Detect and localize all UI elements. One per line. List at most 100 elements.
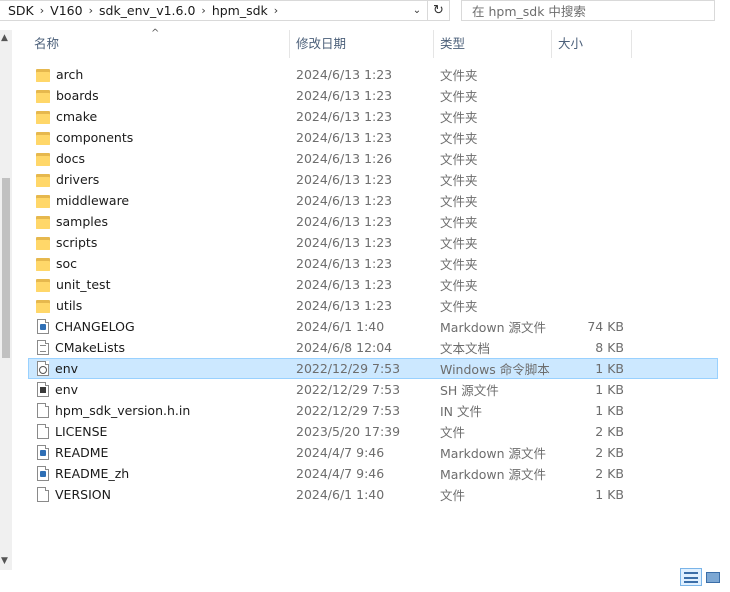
file-name-cell[interactable]: samples xyxy=(28,214,290,229)
file-type: 文件夹 xyxy=(440,236,478,251)
file-row[interactable]: CHANGELOG 2024/6/1 1:40 Markdown 源文件 74 KB xyxy=(28,316,718,337)
file-row[interactable]: cmake 2024/6/13 1:23 文件夹 xyxy=(28,106,718,127)
file-row[interactable]: LICENSE 2023/5/20 17:39 文件 2 KB xyxy=(28,421,718,442)
chevron-right-icon[interactable]: › xyxy=(87,4,95,17)
file-name: middleware xyxy=(56,193,130,208)
file-name-cell[interactable]: components xyxy=(28,130,290,145)
address-dropdown-icon[interactable]: ⌄ xyxy=(408,1,426,20)
file-name: docs xyxy=(56,151,85,166)
column-header-size[interactable]: 大小 xyxy=(552,30,632,58)
breadcrumb-item-sdk-env[interactable]: sdk_env_v1.6.0 xyxy=(95,3,199,18)
file-row[interactable]: arch 2024/6/13 1:23 文件夹 xyxy=(28,64,718,85)
file-row[interactable]: env 2022/12/29 7:53 Windows 命令脚本 1 KB xyxy=(28,358,718,379)
file-name-cell[interactable]: boards xyxy=(28,88,290,103)
scroll-up-icon[interactable]: ▲ xyxy=(1,33,8,43)
file-row[interactable]: env 2022/12/29 7:53 SH 源文件 1 KB xyxy=(28,379,718,400)
markdown-file-icon xyxy=(37,466,49,481)
file-name-cell[interactable]: docs xyxy=(28,151,290,166)
file-name: README xyxy=(55,445,109,460)
file-name-cell[interactable]: arch xyxy=(28,67,290,82)
vertical-scrollbar[interactable]: ▲ ▼ xyxy=(0,30,12,570)
details-view-button[interactable] xyxy=(680,568,702,586)
file-date: 2024/6/13 1:23 xyxy=(296,88,393,103)
file-date: 2022/12/29 7:53 xyxy=(296,382,401,397)
file-type: 文件夹 xyxy=(440,194,478,209)
file-name-cell[interactable]: middleware xyxy=(28,193,290,208)
file-name: README_zh xyxy=(55,466,130,481)
refresh-button[interactable]: ↻ xyxy=(428,0,450,21)
file-name: hpm_sdk_version.h.in xyxy=(55,403,191,418)
file-row[interactable]: unit_test 2024/6/13 1:23 文件夹 xyxy=(28,274,718,295)
file-name-cell[interactable]: scripts xyxy=(28,235,290,250)
file-name: unit_test xyxy=(56,277,111,292)
file-row[interactable]: soc 2024/6/13 1:23 文件夹 xyxy=(28,253,718,274)
file-row[interactable]: README 2024/4/7 9:46 Markdown 源文件 2 KB xyxy=(28,442,718,463)
file-name-cell[interactable]: hpm_sdk_version.h.in xyxy=(28,403,290,418)
file-type: 文件夹 xyxy=(440,215,478,230)
file-name-cell[interactable]: unit_test xyxy=(28,277,290,292)
file-name-cell[interactable]: cmake xyxy=(28,109,290,124)
file-row[interactable]: components 2024/6/13 1:23 文件夹 xyxy=(28,127,718,148)
chevron-right-icon[interactable]: › xyxy=(272,4,280,17)
chevron-right-icon[interactable]: › xyxy=(199,4,207,17)
file-name-cell[interactable]: env xyxy=(28,361,290,376)
file-name-cell[interactable]: drivers xyxy=(28,172,290,187)
search-input[interactable]: 在 hpm_sdk 中搜索 xyxy=(461,0,715,21)
file-size: 2 KB xyxy=(595,445,624,460)
folder-icon xyxy=(36,68,50,82)
file-name: arch xyxy=(56,67,84,82)
file-name-cell[interactable]: soc xyxy=(28,256,290,271)
file-row[interactable]: VERSION 2024/6/1 1:40 文件 1 KB xyxy=(28,484,718,505)
scroll-down-icon[interactable]: ▼ xyxy=(1,556,8,566)
folder-icon xyxy=(36,236,50,250)
file-date: 2024/6/13 1:23 xyxy=(296,109,393,124)
file-row[interactable]: middleware 2024/6/13 1:23 文件夹 xyxy=(28,190,718,211)
file-row[interactable]: README_zh 2024/4/7 9:46 Markdown 源文件 2 KB xyxy=(28,463,718,484)
file-name: env xyxy=(55,361,79,376)
file-name-cell[interactable]: CMakeLists xyxy=(28,340,290,355)
file-row[interactable]: utils 2024/6/13 1:23 文件夹 xyxy=(28,295,718,316)
file-date: 2024/6/8 12:04 xyxy=(296,340,393,355)
file-type: 文件 xyxy=(440,488,466,503)
file-type: SH 源文件 xyxy=(440,383,499,398)
breadcrumb-item-v160[interactable]: V160 xyxy=(46,3,86,18)
column-header-name[interactable]: 名称 ^ xyxy=(28,28,290,58)
breadcrumb[interactable]: SDK › V160 › sdk_env_v1.6.0 › hpm_sdk › xyxy=(0,0,428,21)
file-row[interactable]: CMakeLists 2024/6/8 12:04 文本文档 8 KB xyxy=(28,337,718,358)
shell-file-icon xyxy=(37,382,49,397)
file-date: 2024/6/13 1:23 xyxy=(296,172,393,187)
chevron-right-icon[interactable]: › xyxy=(38,4,46,17)
file-name-cell[interactable]: LICENSE xyxy=(28,424,290,439)
markdown-file-icon xyxy=(37,445,49,460)
file-row[interactable]: samples 2024/6/13 1:23 文件夹 xyxy=(28,211,718,232)
breadcrumb-item-sdk[interactable]: SDK xyxy=(4,3,38,18)
generic-file-icon xyxy=(37,403,49,418)
file-name-cell[interactable]: CHANGELOG xyxy=(28,319,290,334)
column-header-type[interactable]: 类型 xyxy=(434,30,552,58)
file-name-cell[interactable]: env xyxy=(28,382,290,397)
file-name-cell[interactable]: VERSION xyxy=(28,487,290,502)
file-row[interactable]: hpm_sdk_version.h.in 2022/12/29 7:53 IN 文件… xyxy=(28,400,718,421)
file-row[interactable]: scripts 2024/6/13 1:23 文件夹 xyxy=(28,232,718,253)
file-date: 2024/4/7 9:46 xyxy=(296,445,385,460)
file-name-cell[interactable]: README_zh xyxy=(28,466,290,481)
file-name: VERSION xyxy=(55,487,111,502)
sort-ascending-icon: ^ xyxy=(151,28,160,39)
breadcrumb-item-hpm-sdk[interactable]: hpm_sdk xyxy=(208,3,272,18)
file-type: 文件夹 xyxy=(440,68,478,83)
file-name: LICENSE xyxy=(55,424,108,439)
file-row[interactable]: docs 2024/6/13 1:26 文件夹 xyxy=(28,148,718,169)
file-name-cell[interactable]: utils xyxy=(28,298,290,313)
generic-file-icon xyxy=(37,487,49,502)
large-icons-view-button[interactable] xyxy=(702,568,724,586)
file-type: Markdown 源文件 xyxy=(440,446,547,461)
column-header-date[interactable]: 修改日期 xyxy=(290,30,434,58)
file-name: drivers xyxy=(56,172,100,187)
file-date: 2024/6/1 1:40 xyxy=(296,487,385,502)
file-row[interactable]: drivers 2024/6/13 1:23 文件夹 xyxy=(28,169,718,190)
file-name-cell[interactable]: README xyxy=(28,445,290,460)
file-type: 文件夹 xyxy=(440,278,478,293)
file-row[interactable]: boards 2024/6/13 1:23 文件夹 xyxy=(28,85,718,106)
text-file-icon xyxy=(37,340,49,355)
scrollbar-thumb[interactable] xyxy=(2,178,10,358)
